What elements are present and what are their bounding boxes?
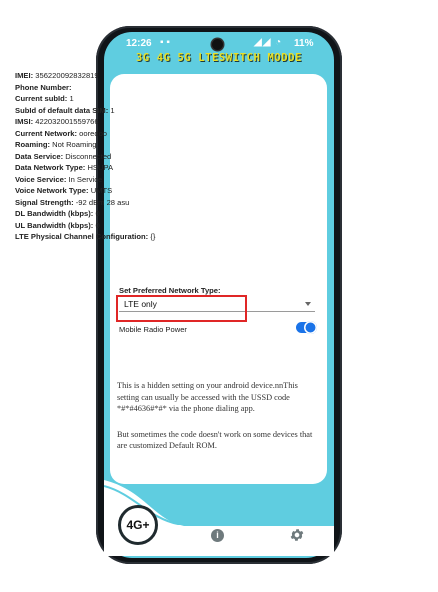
phone-info-list: IMEI: 356220092832819 Phone Number: Curre…	[15, 70, 155, 243]
info-row-value: 1	[69, 94, 74, 103]
notification-icons: ▪ ▪	[160, 37, 170, 48]
info-row-value: Not Roaming	[52, 140, 97, 149]
info-row: Data Service: Disconnected	[15, 151, 155, 163]
mobile-radio-toggle[interactable]	[296, 321, 317, 334]
info-row: Current subId: 1	[15, 93, 155, 105]
description: This is a hidden setting on your android…	[117, 380, 319, 466]
info-row-value: -92 dBm 28 asu	[75, 197, 130, 207]
mobile-radio-label: Mobile Radio Power	[119, 325, 187, 334]
info-row: IMEI: 356220092832819	[15, 70, 155, 82]
info-row-label: IMSI:	[15, 117, 34, 126]
info-row-value: ooredoo	[79, 128, 108, 138]
info-row-label: DL Bandwidth (kbps):	[15, 209, 94, 218]
info-row-label: Current Network:	[15, 128, 78, 138]
info-row-label: IMEI:	[15, 71, 34, 80]
status-bar: 12:26 ▪ ▪ ◢◢ ◔ 11%	[104, 37, 334, 51]
info-row: SubId of default data SIM: 1	[15, 105, 155, 117]
info-row: Signal Strength: -92 dBm 28 asu	[15, 197, 155, 209]
info-row-label: Voice Service:	[15, 174, 67, 184]
highlight-box	[116, 295, 247, 322]
info-row: UL Bandwidth (kbps): 0	[15, 220, 155, 232]
network-4g-plus-button[interactable]: 4G+	[118, 505, 158, 545]
info-row-label: SubId of default data SIM:	[15, 105, 109, 115]
info-row-label: Data Network Type:	[15, 163, 86, 172]
info-row-value: HSUPA	[87, 163, 114, 172]
info-row-label: Data Service:	[15, 151, 64, 161]
info-row: DL Bandwidth (kbps): 0	[15, 208, 155, 220]
info-row-label: Current subId:	[15, 94, 68, 103]
info-row-value: In Service	[68, 174, 103, 184]
info-row: IMSI: 422032001559766	[15, 116, 155, 128]
info-row-label: Voice Network Type:	[15, 186, 89, 195]
status-time: 12:26	[126, 38, 152, 49]
info-row: Data Network Type: HSUPA	[15, 162, 155, 174]
description-para-2: But sometimes the code doesn't work on s…	[117, 429, 313, 451]
info-row-value: 356220092832819	[35, 71, 99, 80]
info-row: LTE Physical Channel Configuration: {}	[15, 231, 155, 243]
info-row: Roaming: Not Roaming	[15, 139, 155, 151]
front-camera	[212, 39, 223, 50]
gear-icon[interactable]	[289, 527, 305, 543]
info-row-value: 0	[95, 220, 100, 230]
info-row-label: Signal Strength:	[15, 197, 74, 207]
info-row-value: 422032001559766	[35, 117, 99, 126]
dropdown-arrow-icon	[305, 302, 311, 306]
info-row-value: UMTS	[90, 186, 113, 195]
info-row-value: 1	[110, 105, 115, 115]
info-row-label: Phone Number:	[15, 82, 72, 92]
info-row: Voice Service: In Service	[15, 174, 155, 186]
info-row: Phone Number:	[15, 82, 155, 94]
description-para-1: This is a hidden setting on your android…	[117, 381, 298, 413]
info-row: Current Network: ooredoo	[15, 128, 155, 140]
toggle-knob	[304, 321, 317, 334]
info-row-label: UL Bandwidth (kbps):	[15, 220, 94, 230]
info-row-value: Disconnected	[65, 151, 112, 161]
info-row-value: {}	[150, 232, 156, 241]
battery-level: 11%	[294, 38, 314, 49]
signal-icon: ◢◢ ◔	[254, 37, 283, 48]
info-row-label: Roaming:	[15, 140, 51, 149]
info-row: Voice Network Type: UMTS	[15, 185, 155, 197]
info-row-value: 0	[95, 209, 100, 218]
info-row-label: LTE Physical Channel Configuration:	[15, 232, 149, 241]
info-icon[interactable]: i	[211, 529, 224, 542]
app-title: 3G 4G 5G LTESWITCH MODDE	[135, 52, 303, 64]
